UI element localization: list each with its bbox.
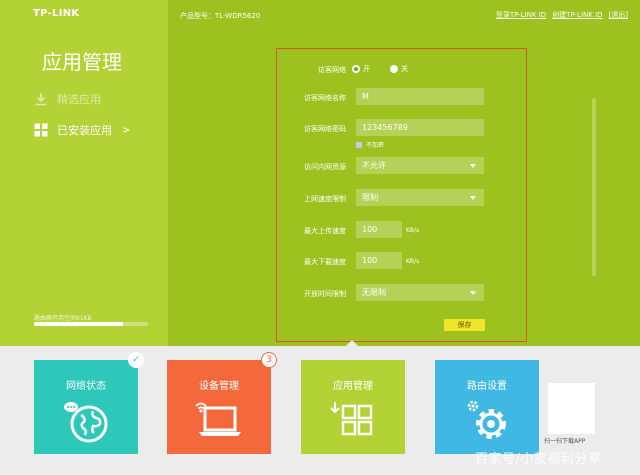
qr-caption: 扫一扫下载APP (544, 438, 586, 445)
chevron-right-icon: > (122, 124, 131, 136)
no-encrypt-checkbox[interactable]: 不加密 (356, 140, 384, 149)
chevron-down-icon (470, 196, 476, 200)
chevron-down-icon (470, 164, 476, 168)
watermark: 百家号/小蒙福利分享 (475, 452, 602, 467)
sidebar: TP-LINK 应用管理 精选应用 已安装应用 > 路由器可用空间91KB (0, 0, 168, 346)
max-download-label: 最大下载速度 (304, 258, 346, 266)
scrollbar[interactable] (592, 98, 596, 276)
open-time-label: 开放时间限制 (304, 290, 346, 298)
check-badge: ✓ (128, 352, 144, 368)
upload-unit: KB/s (406, 227, 420, 234)
gear-icon (463, 398, 511, 448)
tile-network-status[interactable]: 网络状态 ✓ (34, 352, 144, 454)
laptop-icon (193, 398, 245, 446)
speed-limit-label: 上网速度限制 (304, 195, 346, 203)
intranet-access-select[interactable]: 不允许 (356, 157, 484, 174)
speed-limit-select[interactable]: 限制 (356, 189, 484, 206)
qr-code (548, 383, 595, 434)
password-input[interactable]: 123456789 (356, 119, 484, 136)
sidebar-item-featured-apps[interactable]: 精选应用 (34, 90, 101, 108)
max-upload-label: 最大上传速度 (304, 227, 346, 235)
download-icon (34, 92, 48, 106)
radio-dot (352, 65, 360, 73)
sidebar-title: 应用管理 (42, 50, 122, 74)
tile-label: 应用管理 (333, 381, 373, 392)
tile-label: 设备管理 (199, 381, 239, 392)
tile-device-management[interactable]: 设备管理 3 (167, 352, 277, 454)
sidebar-item-label: 精选应用 (57, 93, 101, 106)
tile-label: 网络状态 (66, 381, 106, 392)
create-tplink-id-link[interactable]: 创建TP-LINK ID (552, 10, 602, 20)
max-upload-input[interactable]: 100 (356, 221, 402, 238)
apps-icon (329, 398, 377, 446)
intranet-access-label: 访问内网资源 (304, 163, 346, 171)
download-unit: KB/s (406, 258, 420, 265)
chevron-down-icon (470, 291, 476, 295)
guest-network-on-radio[interactable]: 开 (352, 64, 370, 74)
radio-dot (390, 65, 398, 73)
tile-label: 路由设置 (467, 381, 507, 392)
ssid-input[interactable]: M (356, 88, 484, 105)
tile-router-settings[interactable]: 路由设置 (435, 360, 539, 454)
brand-logo: TP-LINK (33, 8, 80, 19)
device-count-badge: 3 (261, 352, 277, 368)
logout-link[interactable]: [退出] (609, 10, 628, 20)
tile-app-management[interactable]: 应用管理 (301, 360, 405, 454)
ssid-label: 访客网络名称 (304, 94, 346, 102)
guest-network-off-radio[interactable]: 关 (390, 64, 408, 74)
top-links: 登录TP-LINK ID 创建TP-LINK ID [退出] (496, 10, 628, 20)
max-download-input[interactable]: 100 (356, 252, 402, 269)
sidebar-item-installed-apps[interactable]: 已安装应用 > (34, 121, 130, 139)
sidebar-item-label: 已安装应用 (57, 124, 112, 137)
open-time-select[interactable]: 无限制 (356, 284, 484, 301)
grid-icon (34, 123, 48, 137)
guest-network-label: 访客网络 (318, 66, 346, 74)
globe-icon (63, 398, 109, 448)
save-button[interactable]: 保存 (444, 319, 485, 331)
login-tplink-id-link[interactable]: 登录TP-LINK ID (496, 10, 546, 20)
product-model: 产品型号：TL-WDR5620 (180, 12, 261, 20)
password-label: 访客网络密码 (304, 125, 346, 133)
checkbox-box (356, 141, 362, 148)
storage-bar (34, 322, 148, 326)
storage-text: 路由器可用空间91KB (34, 315, 92, 322)
storage-bar-fill (34, 322, 123, 326)
